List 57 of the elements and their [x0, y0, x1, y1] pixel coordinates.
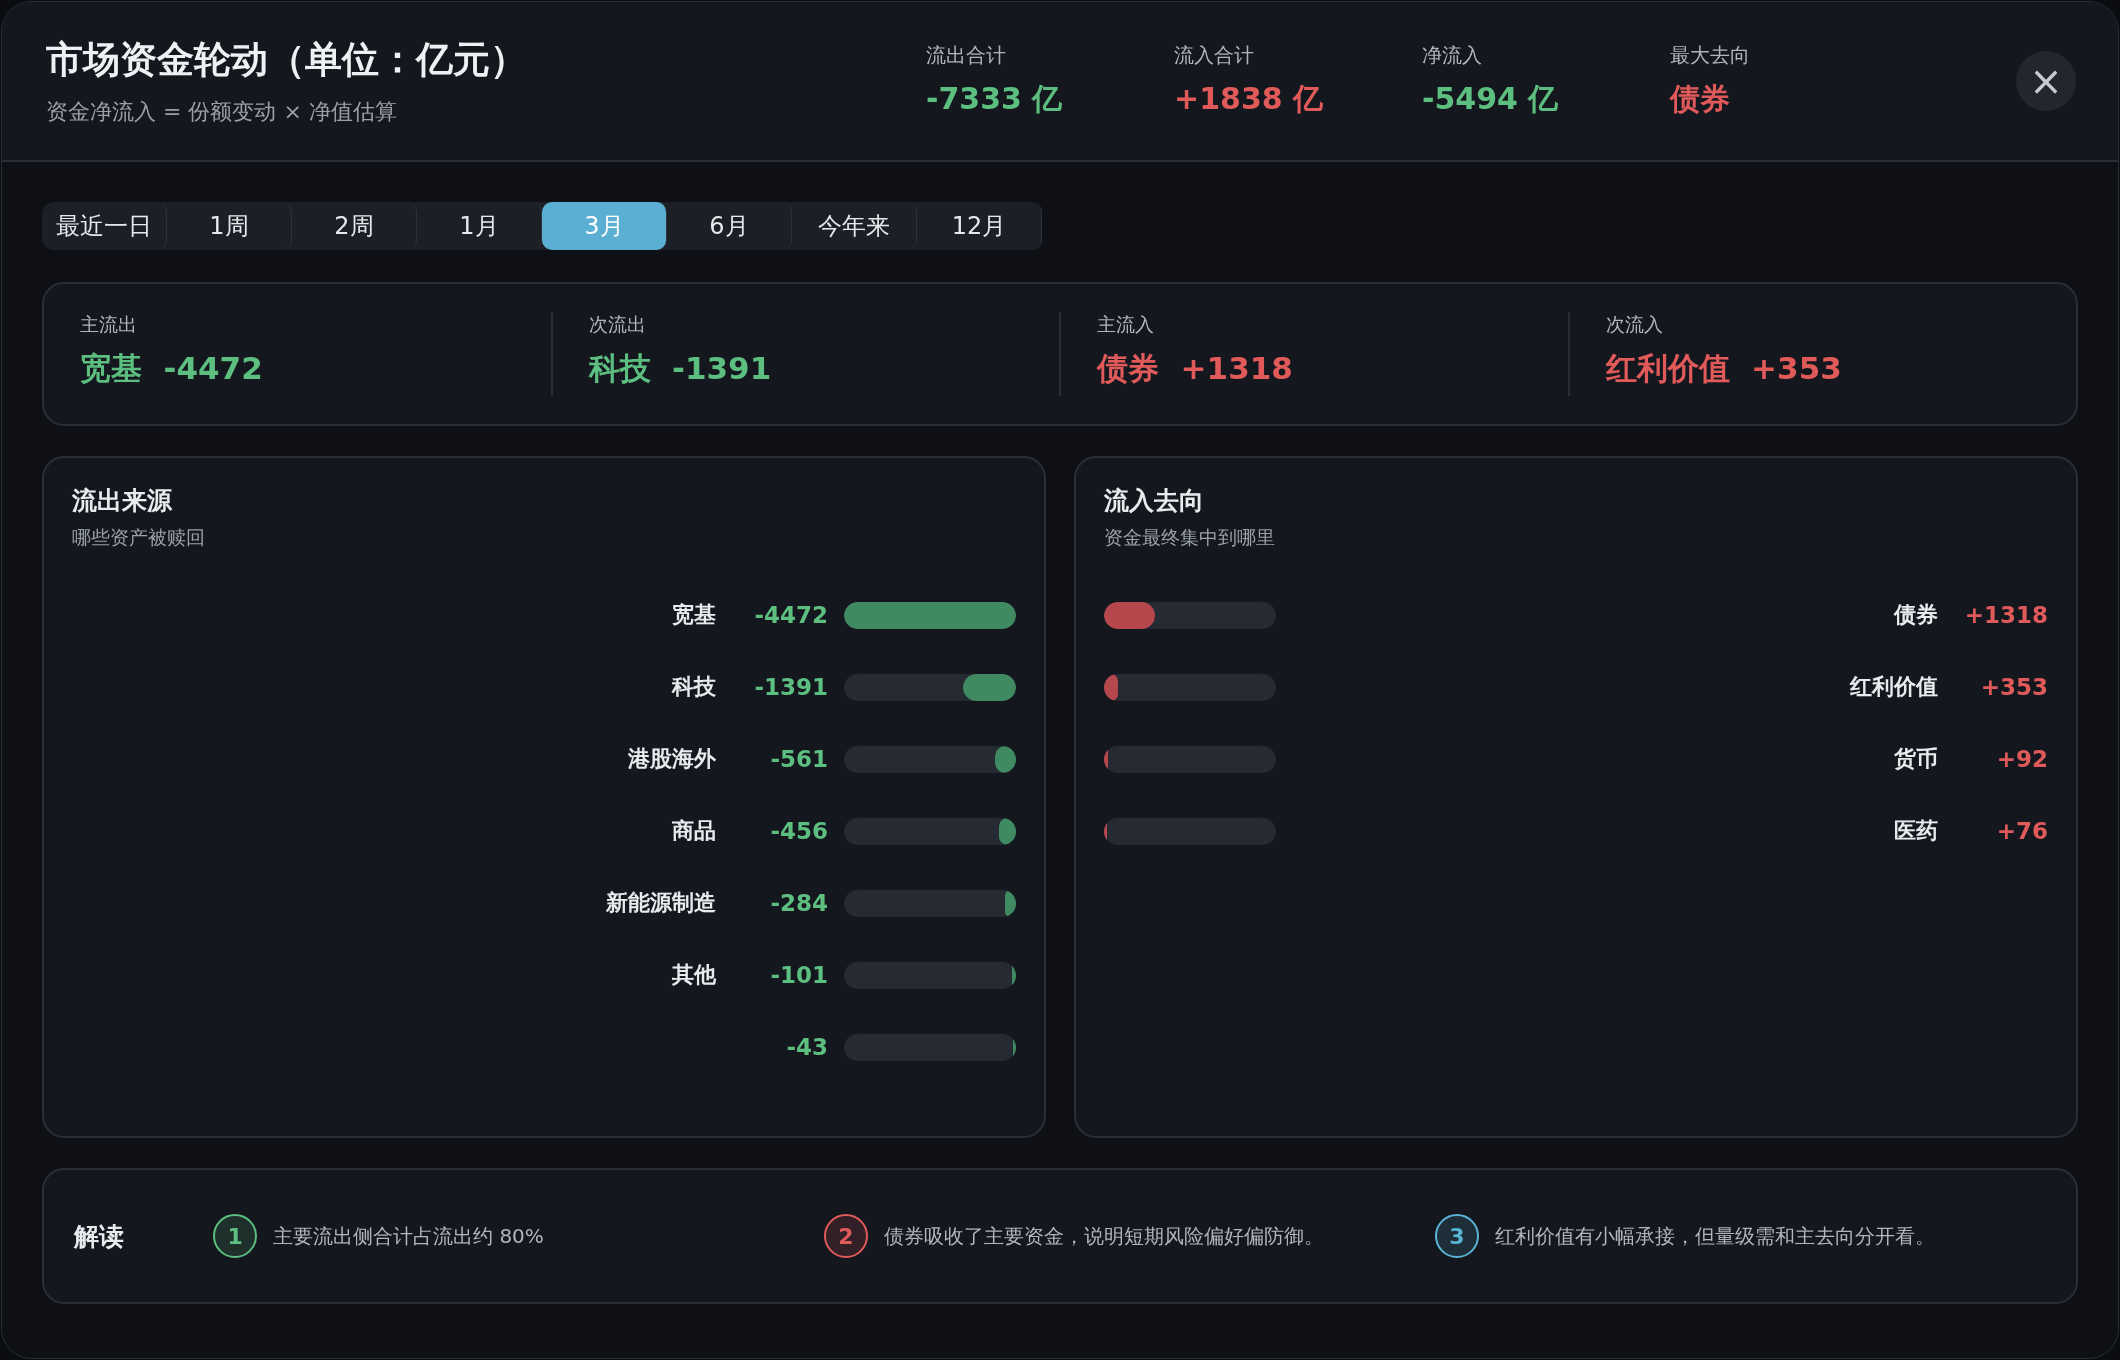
period-tab[interactable]: 6月	[667, 202, 792, 250]
asset-name: 货币	[1894, 745, 1938, 773]
panel-subtitle: 资金最终集中到哪里	[1104, 525, 1276, 550]
stat-value: -7333 亿	[926, 80, 1064, 118]
period-tab[interactable]: 今年来	[792, 202, 917, 250]
insight-heading: 解读	[74, 1220, 125, 1253]
period-tab[interactable]: 1周	[167, 202, 292, 250]
formula-text: 资金净流入 = 份额变动 × 净值估算	[46, 98, 398, 126]
asset-name: 红利价值	[1850, 673, 1938, 701]
stat-value: -5494 亿	[1422, 80, 1560, 118]
stat-value: +1838 亿	[1174, 80, 1325, 118]
insight-text: 红利价值有小幅承接，但量级需和主去向分开看。	[1495, 1222, 1935, 1250]
insight-text: 主要流出侧合计占流出约 80%	[273, 1222, 544, 1250]
flow-value: -4472	[753, 602, 828, 628]
asset-name: 商品	[671, 817, 716, 845]
period-tab[interactable]: 最近一日	[42, 202, 167, 250]
number-badge: 3	[1435, 1214, 1479, 1258]
flow-value: -561	[769, 746, 828, 772]
number-badge: 2	[824, 1214, 868, 1258]
period-tab[interactable]: 12月	[917, 202, 1042, 250]
asset-name: 宽基	[671, 601, 716, 629]
flow-value: -101	[769, 962, 828, 988]
flow-value: -1391	[753, 674, 828, 700]
stat-label: 流出合计	[926, 42, 1007, 69]
flow-value: +1318	[1963, 602, 2048, 628]
dialog-title: 市场资金轮动（单位：亿元）	[46, 37, 528, 83]
panel-subtitle: 哪些资产被赎回	[72, 525, 206, 550]
summary-value: 宽基 -4472	[80, 349, 264, 388]
asset-name: 医药	[1894, 817, 1938, 845]
stat-label: 流入合计	[1174, 42, 1255, 69]
close-button[interactable]: ×	[2016, 51, 2076, 111]
flow-value: +76	[1995, 818, 2048, 844]
flow-value: -43	[785, 1034, 828, 1060]
asset-name: 科技	[670, 673, 716, 701]
flow-value: +353	[1979, 674, 2048, 700]
panel-title: 流入去向	[1104, 485, 1205, 517]
asset-name: 新能源制造	[605, 889, 716, 917]
summary-label: 主流入	[1097, 312, 1155, 337]
flow-value: -284	[769, 890, 828, 916]
stat-value: 债券	[1670, 80, 1731, 118]
summary-label: 主流出	[80, 312, 138, 337]
number-badge: 1	[213, 1214, 258, 1258]
summary-label: 次流入	[1605, 312, 1664, 337]
insight-text: 债券吸收了主要资金，说明短期风险偏好偏防御。	[884, 1222, 1324, 1250]
asset-name: 港股海外	[627, 745, 716, 773]
summary-value: 红利价值 +353	[1605, 349, 1843, 388]
asset-name: 其他	[671, 961, 716, 989]
flow-value: -456	[769, 818, 828, 844]
summary-value: 科技 -1391	[588, 349, 773, 388]
flow-value: +92	[1995, 746, 2048, 772]
period-tab[interactable]: 2周	[292, 202, 417, 250]
summary-label: 次流出	[588, 312, 647, 337]
summary-value: 债券 +1318	[1097, 349, 1294, 388]
asset-name: 债券	[1894, 601, 1938, 629]
panel-title: 流出来源	[72, 485, 173, 517]
stat-label: 净流入	[1422, 42, 1483, 69]
stat-label: 最大去向	[1670, 42, 1751, 69]
